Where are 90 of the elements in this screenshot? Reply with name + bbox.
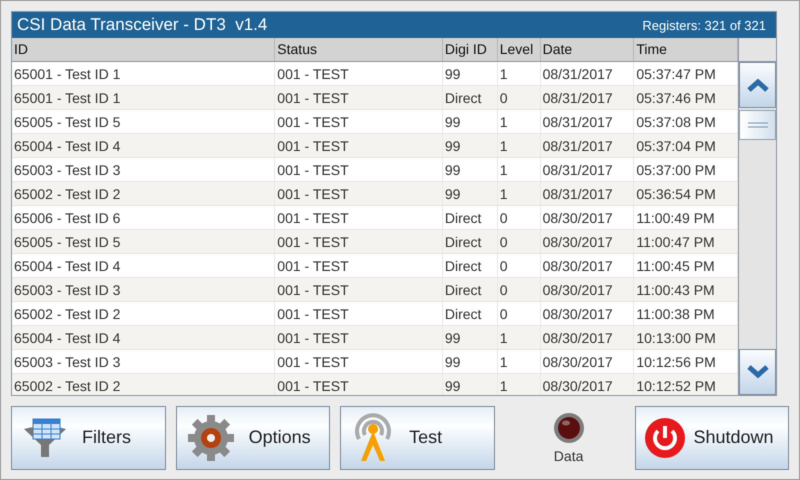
table-cell: 001 - TEST (275, 134, 443, 157)
table-cell: 001 - TEST (275, 206, 443, 229)
table-cell: 65001 - Test ID 1 (12, 86, 276, 109)
table-cell: 65004 - Test ID 4 (12, 326, 276, 349)
table-cell: 0 (498, 86, 541, 109)
table-cell: 99 (442, 350, 498, 373)
table-cell: 001 - TEST (275, 350, 443, 373)
table-cell: Direct (442, 230, 498, 253)
table-cell: 001 - TEST (275, 302, 443, 325)
table-cell: 001 - TEST (275, 86, 443, 109)
table-cell: 1 (498, 158, 541, 181)
table-cell: 001 - TEST (275, 254, 443, 277)
table-cell: Direct (442, 254, 498, 277)
table-cell: 65003 - Test ID 3 (12, 278, 276, 301)
table-cell: 08/31/2017 (540, 182, 634, 205)
table-cell: 001 - TEST (275, 374, 443, 395)
table-cell: 65003 - Test ID 3 (12, 158, 276, 181)
table-cell: 99 (442, 326, 498, 349)
column-header[interactable]: ID (12, 38, 276, 61)
table-cell: 08/30/2017 (540, 278, 634, 301)
column-header[interactable]: Date (540, 38, 634, 61)
table-cell: 08/30/2017 (540, 254, 634, 277)
toolbar-button[interactable]: Options (176, 406, 330, 470)
table-cell: 0 (498, 230, 541, 253)
toolbar-button[interactable]: Filters (11, 406, 166, 470)
table-cell: 08/30/2017 (540, 326, 634, 349)
shutdown-button[interactable]: Shutdown (634, 406, 790, 470)
column-header[interactable]: Digi ID (442, 38, 498, 61)
chevron-up-icon (746, 78, 769, 92)
table-cell: 1 (498, 182, 541, 205)
table-cell: 65005 - Test ID 5 (12, 110, 276, 133)
table-cell: 99 (442, 182, 498, 205)
table-cell: Direct (442, 302, 498, 325)
table-cell: 99 (442, 62, 498, 85)
table-cell: 65003 - Test ID 3 (12, 350, 276, 373)
table-cell: Direct (442, 278, 498, 301)
table-cell: 0 (498, 254, 541, 277)
table-cell: 1 (498, 134, 541, 157)
table-cell: 08/31/2017 (540, 110, 634, 133)
table-cell: 08/30/2017 (540, 350, 634, 373)
table-cell: 001 - TEST (275, 278, 443, 301)
table-cell: 1 (498, 374, 541, 395)
table-cell: 99 (442, 374, 498, 395)
table-cell: 65002 - Test ID 2 (12, 182, 276, 205)
table-cell: 0 (498, 278, 541, 301)
column-header[interactable]: Status (275, 38, 443, 61)
table-cell: 08/31/2017 (540, 62, 634, 85)
table-cell: 99 (442, 134, 498, 157)
register-count: Registers: 321 of 321 (642, 18, 766, 32)
table-cell: 08/30/2017 (540, 374, 634, 395)
table-cell: 65001 - Test ID 1 (12, 62, 276, 85)
funnel-table-icon (22, 416, 68, 458)
table-cell: 65002 - Test ID 2 (12, 302, 276, 325)
table-cell: 08/30/2017 (540, 206, 634, 229)
column-header[interactable]: Level (498, 38, 541, 61)
table-cell: 08/30/2017 (540, 230, 634, 253)
table-cell: 65004 - Test ID 4 (12, 134, 276, 157)
scroll-up-button[interactable] (739, 62, 776, 108)
table-cell: 1 (498, 110, 541, 133)
table-cell: 001 - TEST (275, 230, 443, 253)
power-icon (644, 416, 686, 458)
table-cell: 08/31/2017 (540, 86, 634, 109)
scroll-down-button[interactable] (739, 349, 776, 395)
table-cell: Direct (442, 206, 498, 229)
table-cell: 65004 - Test ID 4 (12, 254, 276, 277)
table-cell: 1 (498, 326, 541, 349)
table-cell: 08/30/2017 (540, 302, 634, 325)
table-cell: 001 - TEST (275, 62, 443, 85)
table-cell: 08/31/2017 (540, 134, 634, 157)
table-cell: 001 - TEST (275, 158, 443, 181)
window-title: CSI Data Transceiver - DT3 v1.4 (17, 15, 268, 35)
table-cell: 1 (498, 62, 541, 85)
table-cell: Direct (442, 86, 498, 109)
table-cell: 65006 - Test ID 6 (12, 206, 276, 229)
toolbar-button[interactable]: Test (340, 406, 495, 470)
table-cell: 99 (442, 158, 498, 181)
table-cell: 99 (442, 110, 498, 133)
table-cell: 001 - TEST (275, 110, 443, 133)
table-cell: 65005 - Test ID 5 (12, 230, 276, 253)
table-cell: 65002 - Test ID 2 (12, 374, 276, 395)
table-cell: 1 (498, 350, 541, 373)
indicator-label: Data (554, 448, 584, 464)
table-cell: 001 - TEST (275, 182, 443, 205)
chevron-down-icon (746, 365, 769, 379)
table-cell: 0 (498, 302, 541, 325)
scroll-thumb[interactable] (739, 110, 776, 140)
table-cell: 0 (498, 206, 541, 229)
table-cell: 08/31/2017 (540, 158, 634, 181)
table-cell: 001 - TEST (275, 326, 443, 349)
gear-icon (186, 414, 235, 462)
